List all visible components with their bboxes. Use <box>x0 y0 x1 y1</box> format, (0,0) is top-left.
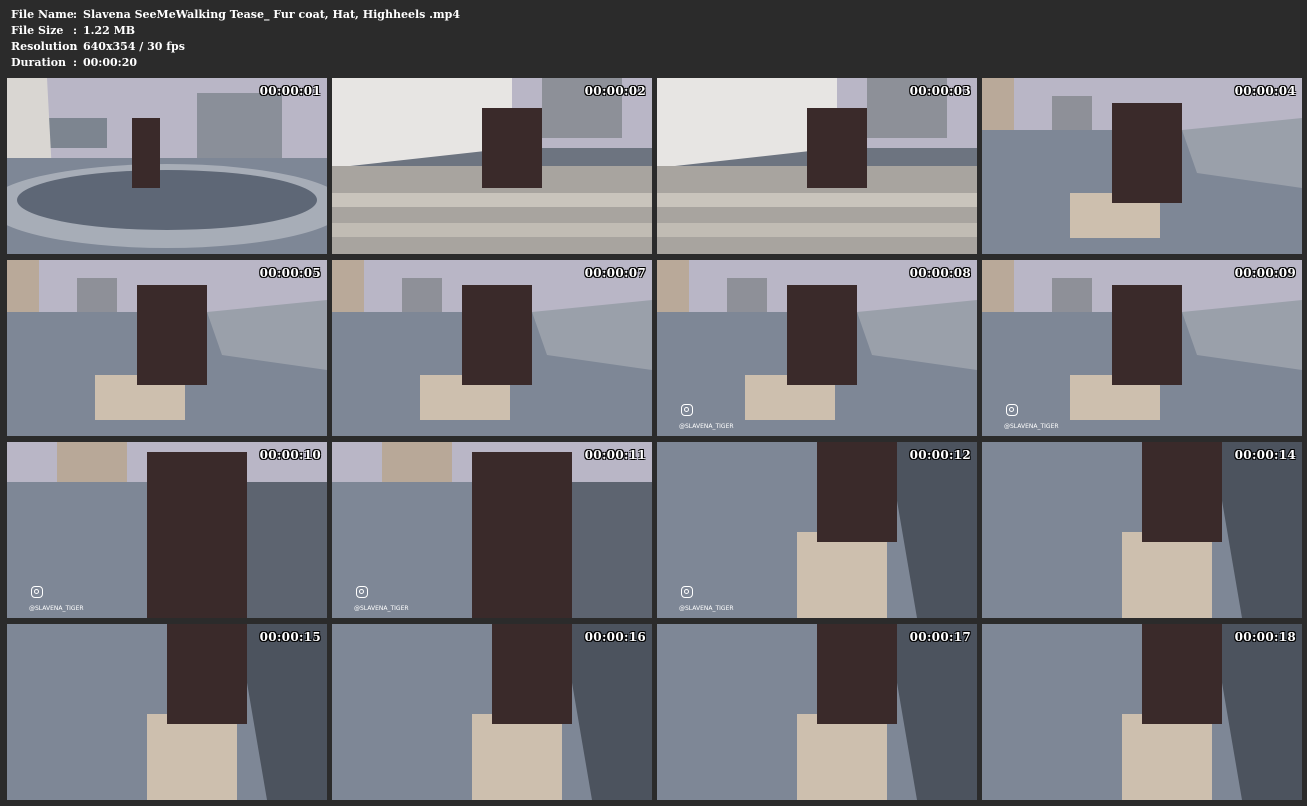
thumbnail-frame-image <box>982 78 1302 254</box>
duration-label: Duration <box>11 56 67 69</box>
timestamp-label: 00:00:17 <box>909 630 971 644</box>
thumbnail-frame-image <box>7 260 327 436</box>
timestamp-label: 00:00:03 <box>909 84 971 98</box>
video-thumbnail[interactable]: 00:00:04 <box>982 78 1302 254</box>
video-thumbnail[interactable]: 00:00:17 <box>657 624 977 800</box>
instagram-icon <box>681 586 693 598</box>
video-thumbnail[interactable]: 00:00:16 <box>332 624 652 800</box>
thumbnail-frame-image <box>332 260 652 436</box>
instagram-icon <box>356 586 368 598</box>
file-size-label: File Size <box>11 24 64 37</box>
video-thumbnail[interactable]: 00:00:09 @SLAVENA_TIGER <box>982 260 1302 436</box>
video-thumbnail[interactable]: 00:00:18 <box>982 624 1302 800</box>
thumbnail-frame-image <box>7 78 327 254</box>
duration-row: Duration : 00:00:20 <box>11 55 460 71</box>
file-name-value: Slavena SeeMeWalking Tease_ Fur coat, Ha… <box>83 8 460 21</box>
watermark-handle: @SLAVENA_TIGER <box>29 605 84 612</box>
timestamp-label: 00:00:10 <box>259 448 321 462</box>
video-thumbnail[interactable]: 00:00:08 @SLAVENA_TIGER <box>657 260 977 436</box>
timestamp-label: 00:00:12 <box>909 448 971 462</box>
video-thumbnail[interactable]: 00:00:14 <box>982 442 1302 618</box>
separator: : <box>73 24 78 37</box>
thumbnail-frame-image <box>982 442 1302 618</box>
video-thumbnail[interactable]: 00:00:02 <box>332 78 652 254</box>
file-size-row: File Size : 1.22 MB <box>11 23 460 39</box>
video-thumbnail[interactable]: 00:00:10 @SLAVENA_TIGER <box>7 442 327 618</box>
timestamp-label: 00:00:09 <box>1234 266 1296 280</box>
timestamp-label: 00:00:02 <box>584 84 646 98</box>
file-name-label: File Name <box>11 8 74 21</box>
thumbnail-frame-image <box>7 624 327 800</box>
file-name-row: File Name : Slavena SeeMeWalking Tease_ … <box>11 7 460 23</box>
file-info-panel: File Name : Slavena SeeMeWalking Tease_ … <box>11 7 460 71</box>
video-thumbnail[interactable]: 00:00:11 @SLAVENA_TIGER <box>332 442 652 618</box>
separator: : <box>73 56 78 69</box>
thumbnail-frame-image <box>657 78 977 254</box>
watermark-handle: @SLAVENA_TIGER <box>354 605 409 612</box>
thumbnail-frame-image <box>7 442 327 618</box>
watermark-handle: @SLAVENA_TIGER <box>679 605 734 612</box>
video-thumbnail[interactable]: 00:00:07 <box>332 260 652 436</box>
video-thumbnail[interactable]: 00:00:03 <box>657 78 977 254</box>
instagram-icon <box>31 586 43 598</box>
resolution-label: Resolution <box>11 40 78 53</box>
video-thumbnail[interactable]: 00:00:05 <box>7 260 327 436</box>
video-thumbnail[interactable]: 00:00:01 <box>7 78 327 254</box>
thumbnail-frame-image <box>332 78 652 254</box>
file-size-value: 1.22 MB <box>83 24 136 37</box>
watermark-handle: @SLAVENA_TIGER <box>1004 423 1059 430</box>
timestamp-label: 00:00:01 <box>259 84 321 98</box>
thumbnail-frame-image <box>657 260 977 436</box>
thumbnail-frame-image <box>657 624 977 800</box>
separator: : <box>73 40 78 53</box>
timestamp-label: 00:00:05 <box>259 266 321 280</box>
thumbnail-frame-image <box>332 442 652 618</box>
instagram-icon <box>1006 404 1018 416</box>
video-thumbnail[interactable]: 00:00:15 <box>7 624 327 800</box>
timestamp-label: 00:00:08 <box>909 266 971 280</box>
duration-value: 00:00:20 <box>83 56 138 69</box>
thumbnail-frame-image <box>657 442 977 618</box>
watermark-handle: @SLAVENA_TIGER <box>679 423 734 430</box>
timestamp-label: 00:00:16 <box>584 630 646 644</box>
timestamp-label: 00:00:14 <box>1234 448 1296 462</box>
resolution-row: Resolution : 640x354 / 30 fps <box>11 39 460 55</box>
thumbnail-frame-image <box>982 260 1302 436</box>
timestamp-label: 00:00:04 <box>1234 84 1296 98</box>
thumbnail-frame-image <box>332 624 652 800</box>
separator: : <box>73 8 78 21</box>
timestamp-label: 00:00:18 <box>1234 630 1296 644</box>
timestamp-label: 00:00:11 <box>584 448 646 462</box>
video-thumbnail[interactable]: 00:00:12 @SLAVENA_TIGER <box>657 442 977 618</box>
thumbnail-frame-image <box>982 624 1302 800</box>
instagram-icon <box>681 404 693 416</box>
timestamp-label: 00:00:15 <box>259 630 321 644</box>
timestamp-label: 00:00:07 <box>584 266 646 280</box>
resolution-value: 640x354 / 30 fps <box>83 40 185 53</box>
